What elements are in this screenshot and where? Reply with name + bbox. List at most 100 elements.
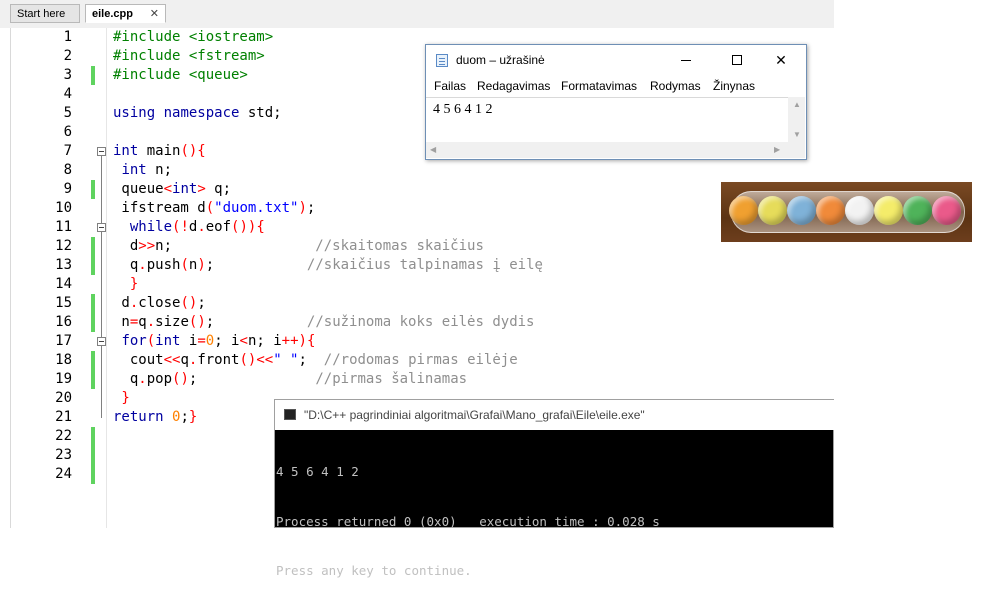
change-marker bbox=[91, 294, 95, 313]
code-text: q.pop(); //pirmas šalinamas bbox=[113, 371, 468, 387]
queue-balls-photo bbox=[721, 182, 972, 242]
line-number: 21 bbox=[55, 409, 72, 425]
ball bbox=[787, 196, 816, 225]
menu-formatavimas[interactable]: Formatavimas bbox=[561, 79, 637, 93]
code-line[interactable]: 11 while(!d.eof()){ bbox=[0, 218, 834, 237]
console-output: 4 5 6 4 1 2 Process returned 0 (0x0) exe… bbox=[276, 431, 834, 613]
line-number: 12 bbox=[55, 238, 72, 254]
line-number: 4 bbox=[63, 86, 72, 102]
tab-label: Start here bbox=[17, 8, 66, 20]
close-button[interactable]: ✕ bbox=[758, 45, 804, 76]
change-marker bbox=[91, 427, 95, 446]
notepad-title-bar[interactable]: duom – užrašinė ✕ bbox=[426, 45, 806, 76]
fold-toggle-icon[interactable] bbox=[97, 223, 106, 232]
ball bbox=[729, 196, 758, 225]
line-number: 8 bbox=[63, 162, 72, 178]
code-text: return 0;} bbox=[113, 409, 198, 425]
vertical-scrollbar[interactable]: ▲ ▼ bbox=[788, 97, 805, 142]
code-line[interactable]: 10 ifstream d("duom.txt"); bbox=[0, 199, 834, 218]
ball bbox=[816, 196, 845, 225]
code-text: #include <fstream> bbox=[113, 48, 265, 64]
ball bbox=[932, 196, 961, 225]
fold-toggle-icon[interactable] bbox=[97, 337, 106, 346]
console-line: 4 5 6 4 1 2 bbox=[276, 464, 359, 479]
fold-guide bbox=[101, 232, 102, 285]
code-line[interactable]: 18 cout<<q.front()<<" "; //rodomas pirma… bbox=[0, 351, 834, 370]
menu-rodymas[interactable]: Rodymas bbox=[650, 79, 701, 93]
line-number: 22 bbox=[55, 428, 72, 444]
scroll-right-icon[interactable]: ▶ bbox=[774, 145, 780, 154]
menu-zinynas[interactable]: Žinynas bbox=[713, 79, 755, 93]
line-number: 13 bbox=[55, 257, 72, 273]
line-number: 1 bbox=[63, 29, 72, 45]
line-number: 15 bbox=[55, 295, 72, 311]
code-text: int main(){ bbox=[113, 143, 206, 159]
code-text: } bbox=[113, 276, 139, 292]
line-number: 20 bbox=[55, 390, 72, 406]
code-line[interactable]: 19 q.pop(); //pirmas šalinamas bbox=[0, 370, 834, 389]
menu-failas[interactable]: Failas bbox=[434, 79, 466, 93]
fold-toggle-icon[interactable] bbox=[97, 147, 106, 156]
code-line[interactable]: 16 n=q.size(); //sužinoma koks eilės dyd… bbox=[0, 313, 834, 332]
line-number: 10 bbox=[55, 200, 72, 216]
ball bbox=[874, 196, 903, 225]
code-line[interactable]: 15 d.close(); bbox=[0, 294, 834, 313]
change-marker bbox=[91, 465, 95, 484]
maximize-button[interactable] bbox=[714, 45, 760, 76]
scrollbar-corner bbox=[788, 142, 805, 158]
tab-start-here[interactable]: Start here bbox=[10, 4, 80, 23]
code-text: d>>n; //skaitomas skaičius bbox=[113, 238, 484, 254]
line-number: 23 bbox=[55, 447, 72, 463]
line-number: 7 bbox=[63, 143, 72, 159]
tab-eile-cpp[interactable]: eile.cpp ✕ bbox=[85, 4, 166, 23]
code-text: queue<int> q; bbox=[113, 181, 232, 197]
minimize-icon bbox=[681, 60, 691, 61]
change-marker bbox=[91, 351, 95, 370]
change-marker bbox=[91, 256, 95, 275]
horizontal-scrollbar[interactable]: ◀ ▶ bbox=[426, 142, 788, 158]
line-number: 6 bbox=[63, 124, 72, 140]
tab-label: eile.cpp bbox=[92, 8, 133, 20]
code-line[interactable]: 9 queue<int> q; bbox=[0, 180, 834, 199]
close-icon: ✕ bbox=[775, 52, 787, 68]
code-line[interactable]: 12 d>>n; //skaitomas skaičius bbox=[0, 237, 834, 256]
tab-close-icon[interactable]: ✕ bbox=[150, 5, 159, 24]
console-window[interactable]: "D:\C++ pagrindiniai algoritmai\Grafai\M… bbox=[274, 399, 835, 578]
line-number: 11 bbox=[55, 219, 72, 235]
ball bbox=[845, 196, 874, 225]
line-number: 3 bbox=[63, 67, 72, 83]
change-marker bbox=[91, 313, 95, 332]
change-marker bbox=[91, 446, 95, 465]
code-line[interactable]: 8 int n; bbox=[0, 161, 834, 180]
code-text: cout<<q.front()<<" "; //rodomas pirmas e… bbox=[113, 352, 518, 368]
code-text: ifstream d("duom.txt"); bbox=[113, 200, 316, 216]
minimize-button[interactable] bbox=[663, 45, 709, 76]
change-marker bbox=[91, 66, 95, 85]
line-number: 17 bbox=[55, 333, 72, 349]
line-number: 2 bbox=[63, 48, 72, 64]
line-number: 24 bbox=[55, 466, 72, 482]
scroll-up-icon[interactable]: ▲ bbox=[793, 100, 801, 109]
scroll-down-icon[interactable]: ▼ bbox=[793, 130, 801, 139]
notepad-menu-bar: Failas Redagavimas Formatavimas Rodymas … bbox=[426, 76, 806, 96]
code-line[interactable]: 17 for(int i=0; i<n; i++){ bbox=[0, 332, 834, 351]
change-marker bbox=[91, 237, 95, 256]
maximize-icon bbox=[732, 55, 742, 65]
menu-redagavimas[interactable]: Redagavimas bbox=[477, 79, 550, 93]
code-text: for(int i=0; i<n; i++){ bbox=[121, 333, 316, 349]
console-title-bar[interactable]: "D:\C++ pagrindiniai algoritmai\Grafai\M… bbox=[275, 400, 835, 430]
ball bbox=[903, 196, 932, 225]
line-number: 16 bbox=[55, 314, 72, 330]
line-number: 9 bbox=[63, 181, 72, 197]
code-text: #include <iostream> bbox=[113, 29, 274, 45]
notepad-window[interactable]: duom – užrašinė ✕ Failas Redagavimas For… bbox=[425, 44, 807, 160]
ball bbox=[758, 196, 787, 225]
notepad-text-area[interactable]: 4 5 6 4 1 2 bbox=[426, 97, 788, 142]
code-line[interactable]: 13 q.push(n); //skaičius talpinamas į ei… bbox=[0, 256, 834, 275]
code-line[interactable]: 14 } bbox=[0, 275, 834, 294]
code-text: using namespace std; bbox=[113, 105, 282, 121]
code-text: while(!d.eof()){ bbox=[129, 219, 265, 235]
ide-tab-bar: Start here eile.cpp ✕ bbox=[0, 0, 834, 29]
change-marker bbox=[91, 370, 95, 389]
scroll-left-icon[interactable]: ◀ bbox=[430, 145, 436, 154]
